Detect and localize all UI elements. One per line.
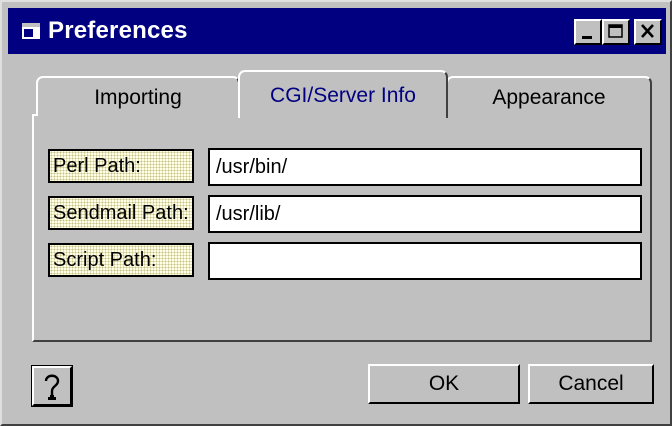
tab-appearance[interactable]: Appearance <box>446 76 652 116</box>
script-path-input[interactable] <box>208 242 642 280</box>
help-button[interactable] <box>31 365 73 407</box>
maximize-button[interactable] <box>602 19 630 45</box>
window-title: Preferences <box>48 17 188 44</box>
perl-path-input[interactable]: /usr/bin/ <box>208 148 642 186</box>
close-button[interactable] <box>634 19 662 45</box>
tab-importing[interactable]: Importing <box>36 76 240 116</box>
close-icon <box>641 24 654 38</box>
perl-path-label: Perl Path: <box>48 149 194 183</box>
tab-importing-label: Importing <box>94 86 182 109</box>
minimize-button[interactable] <box>574 19 602 45</box>
ok-button[interactable]: OK <box>368 364 520 404</box>
app-window-icon <box>22 23 40 39</box>
maximize-icon <box>608 24 623 38</box>
script-path-label: Script Path: <box>48 243 194 277</box>
preferences-window: Preferences Importing CGI/Server Info Ap… <box>0 0 672 426</box>
minimize-icon <box>582 36 592 39</box>
help-question-icon <box>44 374 60 400</box>
tab-cgi-server-info[interactable]: CGI/Server Info <box>238 70 448 118</box>
tab-cgi-server-info-label: CGI/Server Info <box>270 84 416 107</box>
cancel-button[interactable]: Cancel <box>528 364 654 404</box>
title-bar[interactable]: Preferences <box>8 8 666 54</box>
tab-appearance-label: Appearance <box>492 86 606 109</box>
sendmail-path-label: Sendmail Path: <box>48 196 194 230</box>
sendmail-path-input[interactable]: /usr/lib/ <box>208 195 642 233</box>
